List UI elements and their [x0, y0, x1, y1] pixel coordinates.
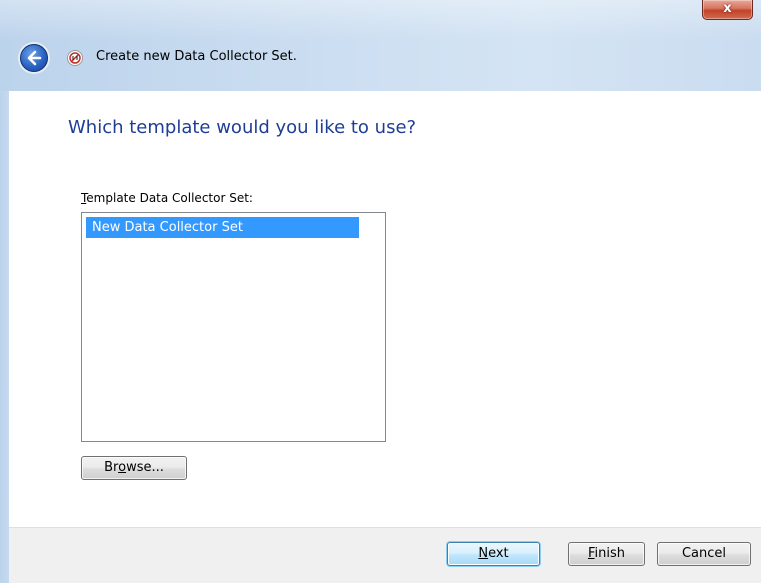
finish-button[interactable]: Finish	[568, 542, 645, 566]
next-label-mnemonic: N	[478, 546, 489, 561]
wizard-window: x Create new Data Collector Set. Which t…	[0, 0, 761, 583]
browse-label-after: wse...	[126, 460, 164, 475]
browse-label-mnemonic: o	[118, 460, 127, 475]
page-heading: Which template would you like to use?	[68, 117, 417, 138]
template-list-label-rest: emplate Data Collector Set:	[86, 191, 253, 205]
data-collector-set-icon	[67, 50, 83, 66]
browse-button[interactable]: Browse...	[81, 456, 187, 480]
next-button[interactable]: Next	[447, 542, 540, 566]
list-item-new-data-collector-set[interactable]: New Data Collector Set	[86, 217, 359, 238]
back-arrow-icon	[27, 50, 42, 66]
window-frame-left	[0, 91, 9, 583]
browse-label-before: Br	[104, 460, 119, 475]
template-list-label: Template Data Collector Set:	[81, 191, 253, 205]
title-bar	[0, 0, 761, 91]
cancel-button[interactable]: Cancel	[657, 542, 751, 566]
wizard-content: Which template would you like to use? Te…	[9, 91, 761, 527]
next-label-rest: ext	[488, 546, 509, 561]
close-button[interactable]: x	[702, 0, 753, 20]
finish-label-rest: inish	[594, 546, 626, 561]
wizard-footer: Next Finish Cancel	[9, 527, 761, 583]
close-icon: x	[723, 1, 732, 16]
back-button[interactable]	[20, 44, 48, 72]
template-list[interactable]: New Data Collector Set	[81, 212, 386, 442]
window-title: Create new Data Collector Set.	[96, 49, 297, 64]
